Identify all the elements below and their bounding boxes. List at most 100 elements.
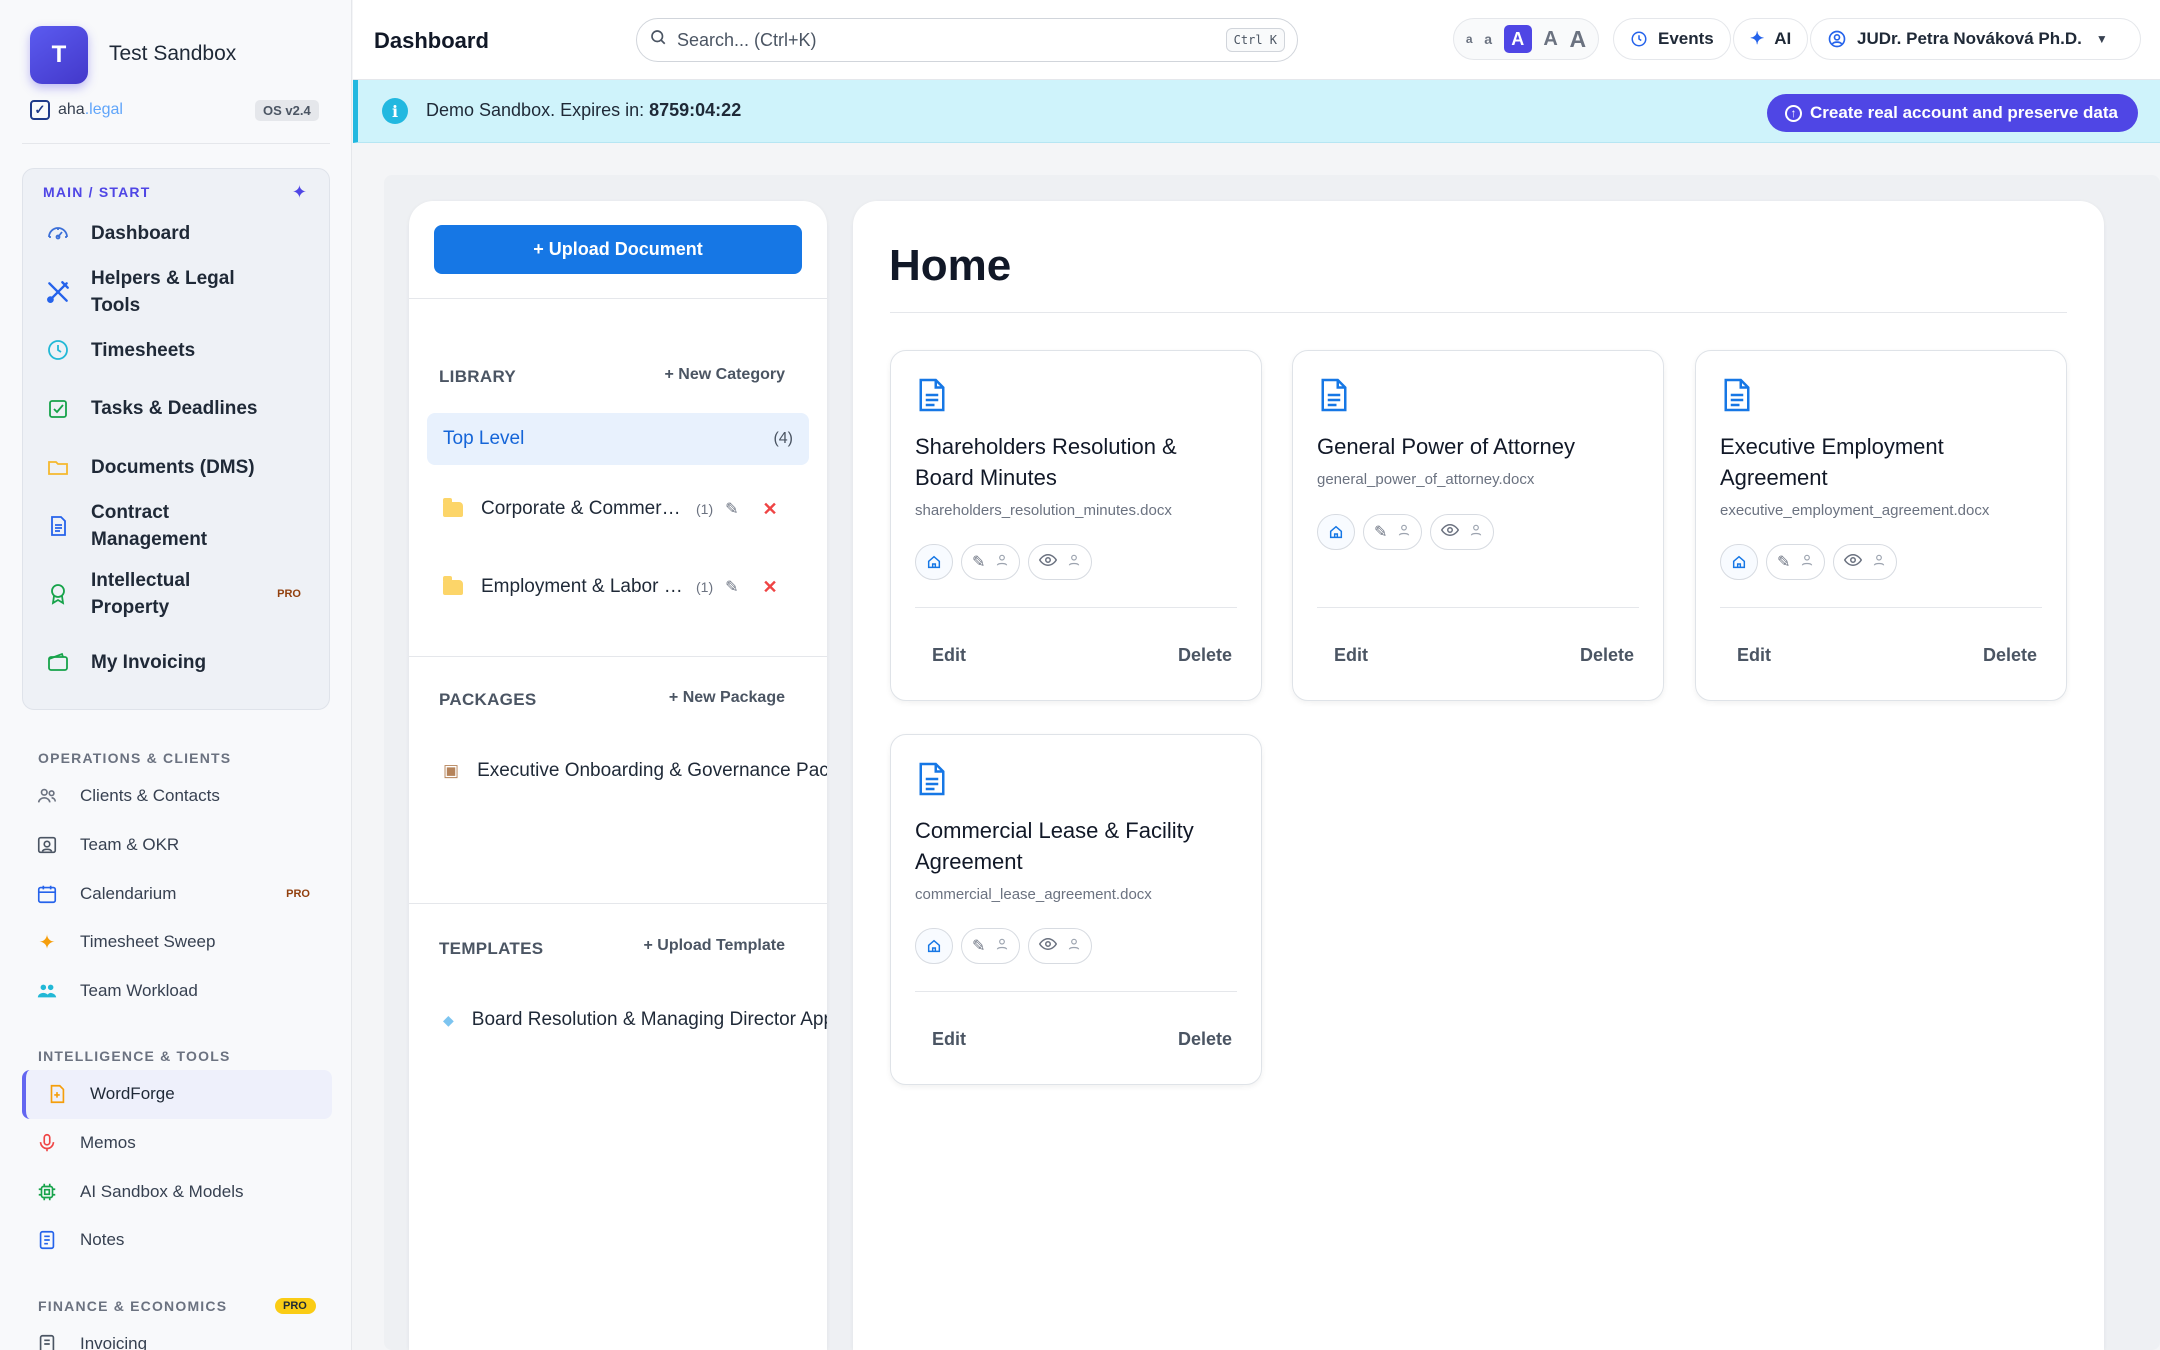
sidebar-item-documents[interactable]: Documents (DMS) [23,438,329,497]
upload-document-button[interactable]: + Upload Document [434,225,802,274]
workspace-name[interactable]: Test Sandbox [109,42,236,66]
document-card[interactable]: General Power of Attorney general_power_… [1292,350,1664,701]
edit-button[interactable]: Edit [1737,645,1771,666]
category-name: Corporate & Commercial Law [481,498,686,519]
template-item[interactable]: ◆ Board Resolution & Managing Director A… [443,1009,827,1031]
sidebar-item-calendarium[interactable]: Calendarium PRO [22,869,332,918]
sidebar-item-wordforge[interactable]: WordForge [22,1070,332,1119]
category-label: Top Level [443,428,525,449]
templates-heading: TEMPLATES [439,939,544,958]
edit-permission-toggle[interactable]: ✎ [961,544,1021,580]
visibility-home-toggle[interactable] [915,544,953,580]
user-name: JUDr. Petra Nováková Ph.D. [1857,29,2082,48]
cta-label: Create real account and preserve data [1809,103,2118,122]
delete-icon[interactable]: ✕ [763,499,778,520]
document-card[interactable]: Commercial Lease & Facility Agreement co… [890,734,1262,1085]
edit-permission-toggle[interactable]: ✎ [961,928,1021,964]
home-panel: Home Shareholders Resolution & Board Min… [853,201,2104,1350]
award-icon [45,581,71,607]
sidebar-item-label: Helpers & Legal Tools [91,267,235,316]
brand-name: aha [58,101,85,118]
upload-template-button[interactable]: + Upload Template [643,937,785,955]
sidebar-item-label: Contract Management [91,501,208,550]
visibility-home-toggle[interactable] [1317,514,1355,550]
delete-button[interactable]: Delete [1983,645,2037,666]
diamond-icon: ◆ [443,1011,454,1028]
font-size-md[interactable]: A [1503,25,1532,53]
events-button[interactable]: Events [1613,18,1731,60]
document-icon [917,377,947,418]
sidebar-item-team-workload[interactable]: Team Workload [22,967,332,1016]
delete-button[interactable]: Delete [1580,645,1634,666]
delete-icon[interactable]: ✕ [763,577,778,598]
ai-button[interactable]: ✦ AI [1733,18,1809,60]
new-package-button[interactable]: + New Package [669,689,785,707]
banner-message: Demo Sandbox. Expires in: 8759:04:22 [426,100,741,121]
info-icon: i [382,98,408,124]
sidebar-item-memos[interactable]: Memos [22,1119,332,1168]
main-nav-section: MAIN / START ✦ Dashboard Helpers & Legal… [22,168,330,710]
category-top-level[interactable]: Top Level (4) [427,413,809,465]
view-permission-toggle[interactable] [1430,514,1495,550]
workspace-avatar[interactable]: T [30,26,88,84]
sidebar-item-contracts[interactable]: Contract Management [23,497,329,556]
user-menu[interactable]: JUDr. Petra Nováková Ph.D. ▼ [1810,18,2141,60]
sidebar-item-notes[interactable]: Notes [22,1216,332,1265]
sidebar-item-invoicing-fin[interactable]: Invoicing [22,1320,332,1350]
sparkle-icon[interactable]: ✦ [292,182,307,203]
pro-badge: PRO [286,887,310,900]
pencil-icon[interactable]: ✎ [725,499,738,519]
chip-icon [35,1180,59,1204]
edit-button[interactable]: Edit [1334,645,1368,666]
sidebar-item-invoicing[interactable]: My Invoicing [23,633,329,692]
person-icon [1397,523,1411,542]
sidebar-item-clients[interactable]: Clients & Contacts [22,772,332,821]
notes-icon [35,1228,59,1252]
edit-permission-toggle[interactable]: ✎ [1766,544,1826,580]
view-permission-toggle[interactable] [1028,928,1093,964]
edit-button[interactable]: Edit [932,1029,966,1050]
sidebar-item-dashboard[interactable]: Dashboard [23,204,329,263]
font-size-lg[interactable]: A [1543,28,1557,51]
package-item[interactable]: ▣ Executive Onboarding & Governance Pack… [443,760,827,782]
category-row[interactable]: Employment & Labor Law (1) ✎ ✕ [443,567,813,607]
eye-icon [1844,553,1863,572]
visibility-home-toggle[interactable] [1720,544,1758,580]
visibility-home-toggle[interactable] [915,928,953,964]
search-box[interactable]: Ctrl K [636,18,1298,62]
delete-button[interactable]: Delete [1178,645,1232,666]
sidebar-item-timesheet-sweep[interactable]: ✦ Timesheet Sweep [22,918,332,967]
document-title: General Power of Attorney [1317,434,1576,459]
sidebar-item-ai-sandbox[interactable]: AI Sandbox & Models [22,1167,332,1216]
font-size-selector[interactable]: a a A A A [1453,18,1599,60]
category-row[interactable]: Corporate & Commercial Law (1) ✎ ✕ [443,489,813,529]
edit-permission-toggle[interactable]: ✎ [1363,514,1423,550]
new-category-button[interactable]: + New Category [665,366,785,384]
person-icon [995,937,1009,956]
view-permission-toggle[interactable] [1028,544,1093,580]
sidebar-item-helpers[interactable]: Helpers & Legal Tools [23,263,329,322]
permission-row: ✎ [915,928,1093,964]
document-card[interactable]: Shareholders Resolution & Board Minutes … [890,350,1262,701]
font-size-xl[interactable]: A [1570,26,1587,53]
document-title: Executive Employment Agreement [1720,434,1944,490]
pencil-icon[interactable]: ✎ [725,577,738,597]
sidebar-item-tasks[interactable]: Tasks & Deadlines [23,380,329,439]
document-card[interactable]: Executive Employment Agreement executive… [1695,350,2067,701]
sidebar-item-team-okr[interactable]: Team & OKR [22,821,332,870]
sidebar-item-label: Timesheet Sweep [80,932,216,952]
search-input[interactable] [677,29,1226,51]
sidebar-item-label: Team Workload [80,981,198,1001]
view-permission-toggle[interactable] [1833,544,1898,580]
document-filename: general_power_of_attorney.docx [1317,471,1535,488]
sidebar-item-ip[interactable]: Intellectual Property PRO [23,555,329,633]
delete-button[interactable]: Delete [1178,1029,1232,1050]
font-size-xs[interactable]: a [1466,32,1473,46]
section-label-operations: OPERATIONS & CLIENTS [38,750,232,766]
category-count: (1) [696,579,714,595]
create-account-button[interactable]: ↑ Create real account and preserve data [1766,94,2138,132]
font-size-sm[interactable]: a [1484,31,1492,47]
edit-button[interactable]: Edit [932,645,966,666]
sidebar-item-label: Documents (DMS) [91,456,255,478]
sidebar-item-timesheets[interactable]: Timesheets [23,321,329,380]
